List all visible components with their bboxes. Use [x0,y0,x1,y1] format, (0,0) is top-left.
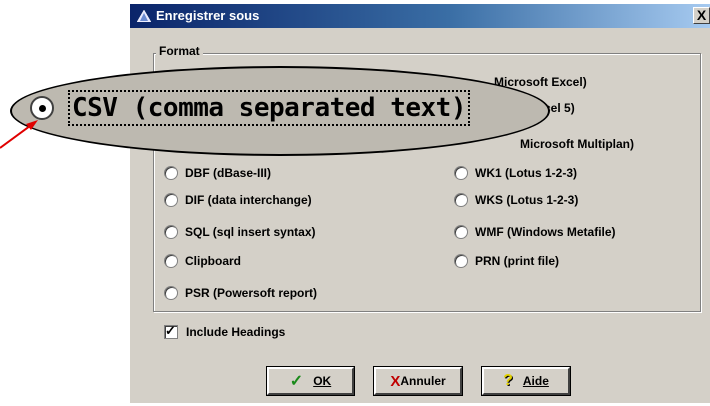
radio-icon[interactable] [454,225,468,239]
radio-icon[interactable] [454,166,468,180]
title-bar[interactable]: Enregistrer sous X [130,4,710,28]
option-prn[interactable]: PRN (print file) [454,254,559,268]
cancel-button[interactable]: X Annuler [373,366,463,396]
option-dif[interactable]: DIF (data interchange) [164,193,312,207]
help-icon: ? [503,372,513,389]
option-multiplan[interactable]: Microsoft Multiplan) [520,137,634,151]
radio-icon[interactable] [164,193,178,207]
cancel-x-icon: X [390,372,401,390]
ok-label: OK [313,374,332,388]
help-button[interactable]: ? Aide [481,366,571,396]
ok-button[interactable]: ✓ OK [266,366,355,396]
option-multiplan-label: Microsoft Multiplan) [520,137,634,151]
close-button[interactable]: X [693,7,710,24]
option-sql-label: SQL (sql insert syntax) [185,225,316,239]
option-psr[interactable]: PSR (Powersoft report) [164,286,317,300]
radio-icon[interactable] [164,166,178,180]
option-clipboard[interactable]: Clipboard [164,254,241,268]
cancel-label: Annuler [400,374,446,388]
option-wks[interactable]: WKS (Lotus 1-2-3) [454,193,578,207]
option-wmf[interactable]: WMF (Windows Metafile) [454,225,616,239]
option-dbf-label: DBF (dBase-III) [185,166,272,180]
radio-icon[interactable] [164,254,178,268]
radio-icon[interactable] [164,225,178,239]
checkbox-icon[interactable] [164,323,178,339]
option-psr-label: PSR (Powersoft report) [185,286,318,300]
dialog-title: Enregistrer sous [156,8,260,23]
app-icon [137,10,151,22]
selected-radio-icon[interactable] [30,96,54,120]
option-prn-label: PRN (print file) [475,254,559,268]
radio-icon[interactable] [454,193,468,207]
option-wks-label: WKS (Lotus 1-2-3) [475,193,579,207]
option-wmf-label: WMF (Windows Metafile) [475,225,616,239]
radio-icon[interactable] [454,254,468,268]
include-headings-label: Include Headings [186,325,286,339]
format-legend: Format [156,44,203,58]
option-clipboard-label: Clipboard [185,254,241,268]
option-wk1[interactable]: WK1 (Lotus 1-2-3) [454,166,577,180]
option-wk1-label: WK1 (Lotus 1-2-3) [475,166,577,180]
include-headings-checkbox[interactable]: Include Headings [164,323,286,339]
option-dif-label: DIF (data interchange) [185,193,312,207]
option-dbf[interactable]: DBF (dBase-III) [164,166,271,180]
check-icon: ✓ [289,373,304,390]
option-sql[interactable]: SQL (sql insert syntax) [164,225,315,239]
radio-icon[interactable] [164,286,178,300]
help-label: Aide [522,374,549,388]
option-csv-label[interactable]: CSV (comma separated text) [68,90,470,126]
save-as-dialog: Enregistrer sous X Format Microsoft Exce… [129,3,710,403]
